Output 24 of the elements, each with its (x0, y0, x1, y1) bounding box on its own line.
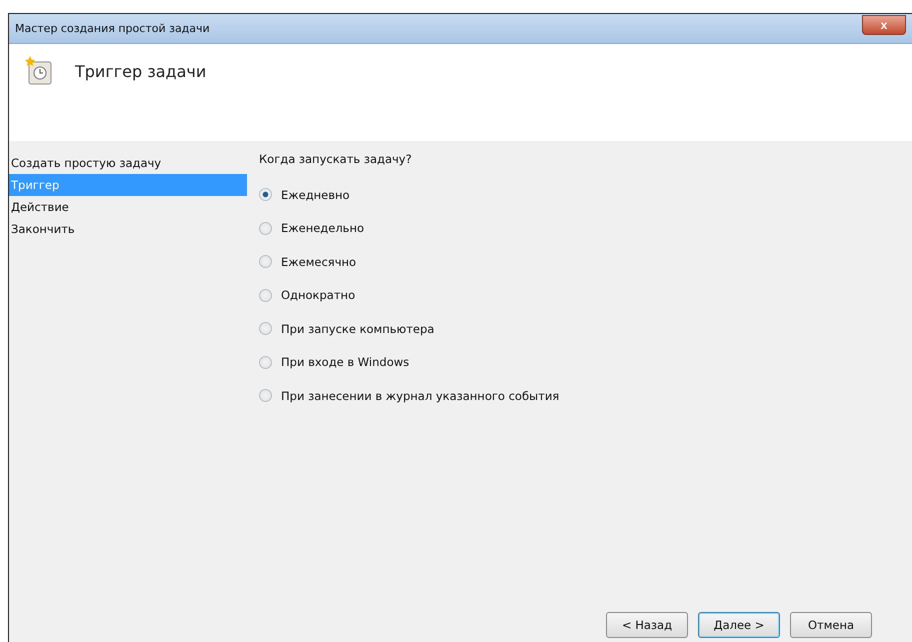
radio-button[interactable] (259, 255, 272, 268)
scheduled-task-icon (25, 56, 53, 86)
sidebar-item[interactable]: Создать простую задачу (9, 152, 247, 174)
question-label: Когда запускать задачу? (259, 152, 413, 168)
option-label[interactable]: Ежедневно (281, 188, 350, 202)
sidebar-item[interactable]: Закончить (9, 218, 247, 240)
wizard-button[interactable]: < Назад (606, 612, 688, 638)
radio-button[interactable] (259, 389, 272, 402)
page-title: Триггер задачи (75, 62, 206, 81)
radio-button[interactable] (259, 322, 272, 336)
option-label[interactable]: Еженедельно (281, 221, 364, 236)
radio-button[interactable] (259, 356, 272, 369)
option-label[interactable]: Однократно (281, 288, 356, 302)
option-label[interactable]: Ежемесячно (281, 254, 356, 269)
radio-button[interactable] (259, 188, 272, 202)
radio-button[interactable] (259, 288, 272, 302)
wizard-button[interactable]: Отмена (790, 612, 872, 638)
wizard-button[interactable]: Далее > (698, 612, 780, 638)
option-label[interactable]: При запуске компьютера (281, 322, 434, 336)
option-label[interactable]: При занесении в журнал указанного события (281, 388, 560, 403)
radio-button[interactable] (259, 222, 272, 235)
option-label[interactable]: При входе в Windows (281, 355, 410, 370)
sidebar-item[interactable]: Действие (9, 196, 247, 218)
window-title: Мастер создания простой задачи (15, 22, 210, 35)
